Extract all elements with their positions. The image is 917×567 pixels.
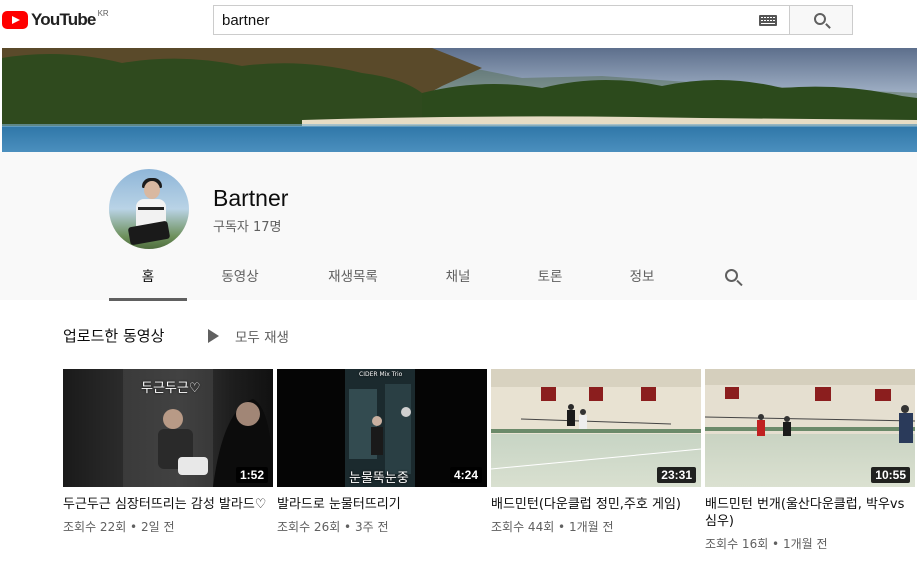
thumbnail-sign: CIDER Mix Trio [359, 371, 403, 378]
tab-playlists[interactable]: 재생목록 [315, 264, 391, 300]
channel-header: Bartner 구독자 17명 홈 동영상 재생목록 채널 토론 정보 [0, 152, 917, 301]
logo-text: YouTube [31, 10, 96, 29]
video-title[interactable]: 배드민턴 번개(울산다운클럽, 박우vs심우) [705, 496, 915, 530]
video-meta: 조회수 16회 • 1개월 전 [705, 537, 828, 551]
video-item[interactable]: CIDER Mix Trio 눈물뚝눈중 4:24 발라드로 눈물터뜨리기 조회… [277, 369, 487, 535]
play-all-label: 모두 재생 [235, 330, 289, 346]
video-duration: 1:52 [235, 467, 268, 483]
channel-avatar[interactable] [109, 169, 189, 249]
video-meta: 조회수 44회 • 1개월 전 [491, 520, 614, 534]
section-title[interactable]: 업로드한 동영상 [63, 325, 164, 346]
channel-search-icon[interactable] [725, 269, 738, 282]
tab-discussion[interactable]: 토론 [527, 264, 573, 300]
play-icon [208, 329, 219, 343]
search-input[interactable] [222, 6, 742, 34]
video-thumbnail[interactable]: 10:55 [705, 369, 915, 487]
tab-about[interactable]: 정보 [619, 264, 665, 300]
video-thumbnail[interactable]: CIDER Mix Trio 눈물뚝눈중 4:24 [277, 369, 487, 487]
top-bar: YouTube KR [0, 0, 917, 44]
tab-videos[interactable]: 동영상 [205, 264, 275, 300]
video-title[interactable]: 발라드로 눈물터뜨리기 [277, 496, 487, 513]
video-title[interactable]: 배드민턴(다운클럽 정민,주호 게임) [491, 496, 701, 513]
tab-channels[interactable]: 채널 [435, 264, 481, 300]
video-meta: 조회수 26회 • 3주 전 [277, 520, 389, 534]
video-duration: 23:31 [657, 467, 696, 483]
video-meta: 조회수 22회 • 2일 전 [63, 520, 175, 534]
video-thumbnail[interactable]: 두근두근♡ 1:52 [63, 369, 273, 487]
video-item[interactable]: 23:31 배드민턴(다운클럽 정민,주호 게임) 조회수 44회 • 1개월 … [491, 369, 701, 535]
thumbnail-caption: 두근두근♡ [141, 381, 201, 396]
channel-tabs: 홈 동영상 재생목록 채널 토론 정보 [0, 264, 917, 301]
tab-home[interactable]: 홈 [109, 264, 187, 301]
keyboard-icon[interactable] [759, 15, 777, 26]
video-duration: 10:55 [871, 467, 910, 483]
play-all-button[interactable]: 모두 재생 [208, 326, 289, 346]
youtube-logo[interactable]: YouTube KR [2, 8, 109, 32]
avatar-stripe [138, 207, 164, 210]
subscriber-count: 구독자 17명 [213, 220, 282, 235]
video-thumbnail[interactable]: 23:31 [491, 369, 701, 487]
search-box [213, 5, 789, 35]
video-duration: 4:24 [449, 467, 482, 483]
avatar-head [144, 181, 160, 199]
logo-region: KR [97, 8, 109, 18]
avatar-legs [127, 220, 171, 246]
search-icon [814, 13, 826, 25]
thumbnail-caption: 눈물뚝눈중 [349, 471, 409, 486]
video-item[interactable]: 10:55 배드민턴 번개(울산다운클럽, 박우vs심우) 조회수 16회 • … [705, 369, 915, 552]
channel-name: Bartner [213, 185, 289, 211]
video-item[interactable]: 두근두근♡ 1:52 두근두근 심장터뜨리는 감성 발라드♡ 조회수 22회 •… [63, 369, 273, 535]
video-title[interactable]: 두근두근 심장터뜨리는 감성 발라드♡ [63, 496, 273, 513]
banner-image [2, 48, 917, 152]
search-button[interactable] [789, 5, 853, 35]
youtube-play-icon [2, 11, 28, 29]
channel-banner [2, 48, 917, 152]
